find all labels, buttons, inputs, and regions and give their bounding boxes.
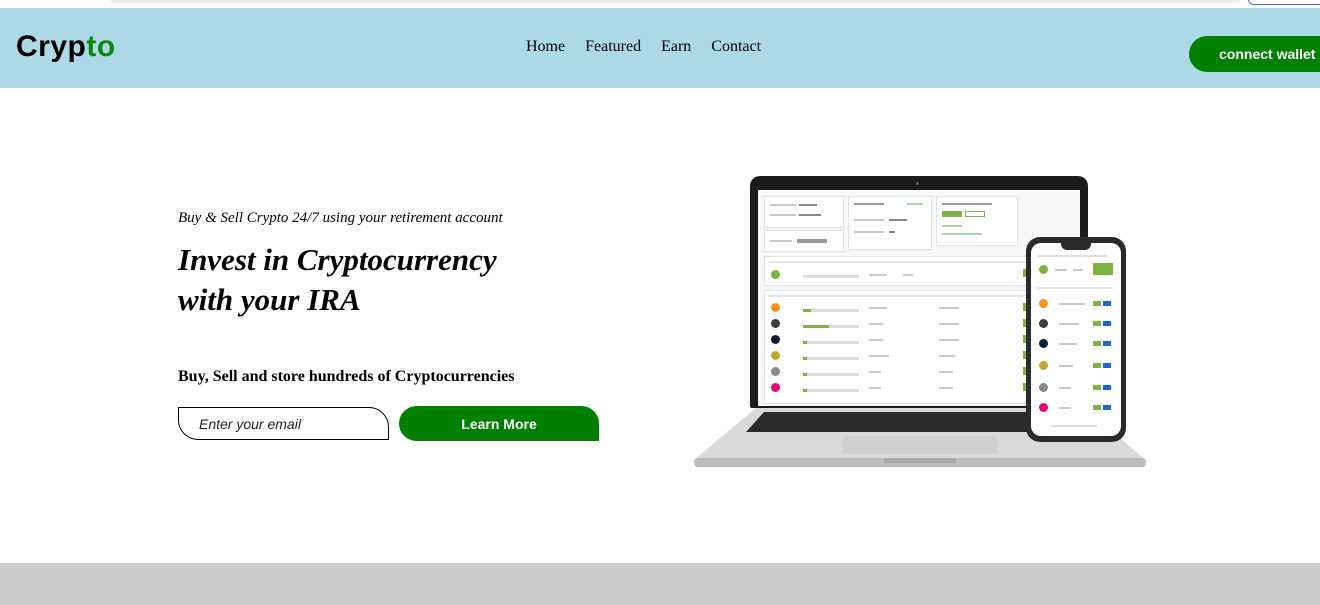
nav-earn-link[interactable]: Earn <box>661 38 691 56</box>
dashboard-card <box>936 196 1018 246</box>
hero-headline: Invest in Cryptocurrency with your IRA <box>178 242 497 317</box>
dashboard-card <box>764 196 844 228</box>
phone-mockup <box>1026 237 1126 442</box>
footer-band <box>0 563 1320 605</box>
hero-subheadline: Buy, Sell and store hundreds of Cryptocu… <box>178 368 515 385</box>
nav-featured-link[interactable]: Featured <box>585 38 641 56</box>
learn-more-button[interactable]: Learn More <box>399 406 599 441</box>
dashboard-card <box>848 196 932 250</box>
address-bar-edge <box>110 0 1240 3</box>
email-input[interactable] <box>178 407 389 440</box>
logo-main: Cryp <box>16 30 87 63</box>
webcam-dot <box>916 182 919 185</box>
phone-screen <box>1031 243 1121 436</box>
laptop-and-phone-dashboard-image <box>690 172 1150 477</box>
logo[interactable]: Crypto <box>16 30 116 64</box>
navbar: Crypto Home Featured Earn Contact connec… <box>0 8 1320 88</box>
nav-home-link[interactable]: Home <box>526 38 565 56</box>
connect-wallet-button[interactable]: connect wallet <box>1189 36 1320 72</box>
browser-button-edge <box>1248 0 1320 5</box>
hero-tagline: Buy & Sell Crypto 24/7 using your retire… <box>178 210 503 226</box>
dashboard-card <box>764 230 844 252</box>
nav-contact-link[interactable]: Contact <box>711 38 761 56</box>
logo-accent: to <box>86 30 116 63</box>
main-nav: Home Featured Earn Contact <box>526 38 781 56</box>
